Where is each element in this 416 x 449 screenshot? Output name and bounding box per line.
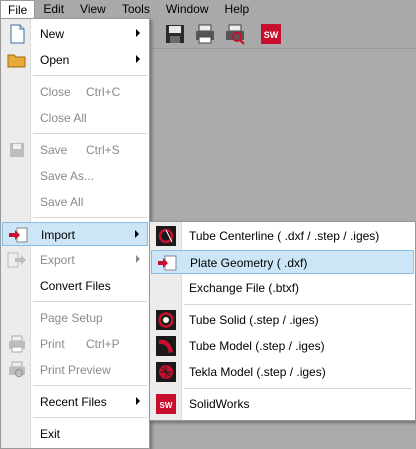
menu-item-close-all[interactable]: Close All [2,106,148,130]
close-label: Close [40,85,71,99]
print-label: Print [40,337,65,351]
export-label: Export [40,253,75,267]
menu-item-new[interactable]: New [2,22,148,46]
recent-files-label: Recent Files [40,395,107,409]
menu-item-save[interactable]: Save Ctrl+S [2,138,148,162]
menu-tools[interactable]: Tools [114,0,158,19]
menu-item-import[interactable]: Import [2,222,148,246]
close-all-label: Close All [40,111,87,125]
close-shortcut: Ctrl+C [86,85,121,99]
svg-text:SW: SW [160,401,173,410]
import-item-tube-model[interactable]: Tube Model (.step / .iges) [151,334,414,358]
convert-files-label: Convert Files [40,279,111,293]
menu-item-exit[interactable]: Exit [2,422,148,446]
print-shortcut: Ctrl+P [86,337,120,351]
chevron-right-icon [136,397,140,405]
import-item-tekla-model[interactable]: Tekla Model (.step / .iges) [151,360,414,384]
exit-label: Exit [40,427,61,441]
menu-item-close[interactable]: Close Ctrl+C [2,80,148,104]
page-setup-label: Page Setup [40,311,103,325]
save-shortcut: Ctrl+S [86,143,120,157]
save-all-label: Save All [40,195,84,209]
save-icon [10,143,24,157]
chevron-right-icon [136,55,140,63]
open-folder-icon [7,54,26,68]
chevron-right-icon [135,230,139,238]
import-label: Import [41,228,76,242]
plate-geometry-label: Plate Geometry ( .dxf) [190,256,308,270]
new-label: New [40,27,65,41]
file-menu-dropdown: New Open Close Ctrl+C Close All Save Ctr… [0,18,150,449]
menu-edit[interactable]: Edit [35,0,72,19]
new-document-icon [10,24,25,44]
menu-file[interactable]: File [0,0,36,20]
solidworks-icon: SW [156,394,176,414]
open-label: Open [40,53,70,67]
separator [33,217,147,218]
print-preview-icon [9,361,25,378]
menu-help[interactable]: Help [217,0,258,19]
separator [33,75,147,76]
menu-item-open[interactable]: Open [2,48,148,72]
tube-centerline-icon [156,226,176,246]
separator [33,385,147,386]
menu-item-print[interactable]: Print Ctrl+P [2,332,148,356]
tube-solid-icon [156,310,176,330]
separator [184,304,412,305]
menu-view[interactable]: View [72,0,114,19]
menu-item-page-setup[interactable]: Page Setup [2,306,148,330]
print-icon[interactable] [194,23,216,45]
menu-item-export[interactable]: Export [2,248,148,272]
save-label: Save [40,143,68,157]
menu-item-print-preview[interactable]: Print Preview [2,358,148,382]
separator [33,301,147,302]
tekla-model-icon [156,362,176,382]
menu-bar: File Edit View Tools Window Help [0,0,416,20]
menu-window[interactable]: Window [158,0,217,19]
save-as-label: Save As... [40,169,95,183]
import-item-tube-solid[interactable]: Tube Solid (.step / .iges) [151,308,414,332]
import-icon [9,227,28,243]
solidworks-icon[interactable]: SW [260,23,282,45]
tube-model-label: Tube Model (.step / .iges) [189,339,325,353]
tube-solid-label: Tube Solid (.step / .iges) [189,313,319,327]
menu-item-convert-files[interactable]: Convert Files [2,274,148,298]
tube-centerline-label: Tube Centerline ( .dxf / .step / .iges) [189,229,380,243]
plate-geometry-icon [158,255,177,271]
exchange-file-label: Exchange File (.btxf) [189,281,300,295]
separator [184,388,412,389]
solidworks-label: SolidWorks [189,397,250,411]
separator [33,417,147,418]
save-icon[interactable] [164,23,186,45]
print-preview-label: Print Preview [40,363,111,377]
chevron-right-icon [136,29,140,37]
import-item-plate-geometry[interactable]: Plate Geometry ( .dxf) [151,250,414,274]
menu-item-save-all[interactable]: Save All [2,190,148,214]
import-submenu: Tube Centerline ( .dxf / .step / .iges) … [149,221,416,421]
separator [33,133,147,134]
import-item-solidworks[interactable]: SW SolidWorks [151,392,414,416]
export-icon [7,252,26,268]
menu-item-recent-files[interactable]: Recent Files [2,390,148,414]
import-item-tube-centerline[interactable]: Tube Centerline ( .dxf / .step / .iges) [151,224,414,248]
chevron-right-icon [136,255,140,263]
tube-model-icon [156,336,176,356]
import-item-exchange-file[interactable]: Exchange File (.btxf) [151,276,414,300]
menu-item-save-as[interactable]: Save As... [2,164,148,188]
svg-text:SW: SW [264,30,279,40]
print-preview-icon[interactable] [224,23,246,45]
tekla-model-label: Tekla Model (.step / .iges) [189,365,326,379]
print-icon [9,335,25,353]
